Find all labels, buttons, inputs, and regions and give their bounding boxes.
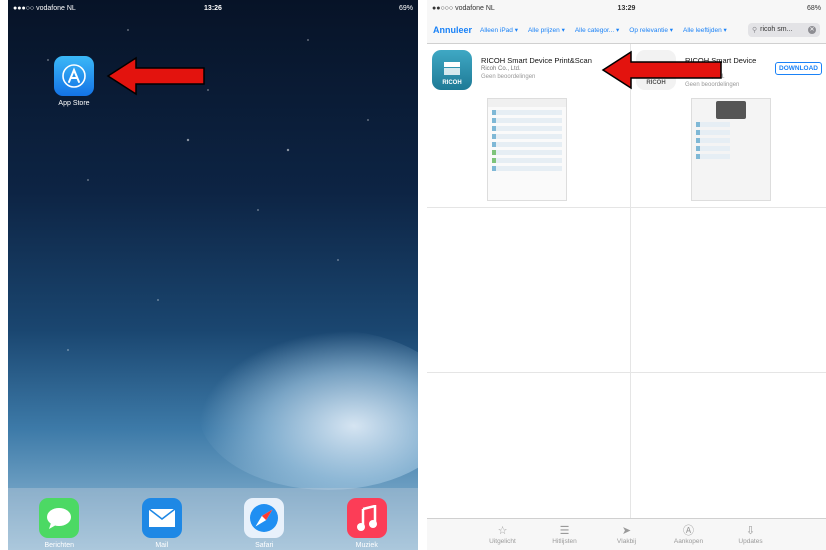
updates-icon: ⇩ [745,524,756,537]
cancel-button[interactable]: Annuleer [433,25,472,35]
list-icon: ☰ [559,524,570,537]
app-rating: Geen beoordelingen [481,74,536,80]
grid-divider [427,372,826,373]
red-arrow-icon [601,50,722,90]
tab-charts[interactable]: ☰ Hitlijsten [545,525,585,545]
clear-search-icon[interactable]: ✕ [808,25,816,34]
search-result-print-scan[interactable]: RICOH RICOH Smart Device Print&Scan Rico… [427,48,622,208]
ricoh-app-icon[interactable]: RICOH [432,50,472,90]
tab-label: Aankopen [673,537,704,545]
location-icon: ➤ [621,524,632,537]
tab-featured[interactable]: ☆ Uitgelicht [483,525,523,545]
tab-label: Uitgelicht [489,537,516,545]
clock: 13:26 [204,4,222,12]
red-arrow-icon [106,56,205,96]
dock-item-messages[interactable]: Berichten [34,498,84,549]
icon-brand-text: RICOH [442,80,462,86]
battery-label: 69% [398,4,413,12]
tab-label: Updates [738,537,763,545]
search-nav-bar: Annuleer Alleen iPad ▾ Alle prijzen ▾ Al… [427,16,826,44]
mail-icon[interactable] [141,498,182,538]
tab-updates[interactable]: ⇩ Updates [731,525,771,545]
app-screenshot[interactable] [691,98,771,201]
app-screenshot[interactable] [487,98,567,201]
app-title[interactable]: RICOH Smart Device Print&Scan [481,56,621,65]
tab-bar: ☆ Uitgelicht ☰ Hitlijsten ➤ Vlakbij Ⓐ Aankop… [427,518,826,550]
tab-near-me[interactable]: ➤ Vlakbij [607,525,647,545]
clock: 13:29 [617,4,636,12]
dock-item-mail[interactable]: Mail [137,498,187,549]
dock-item-safari[interactable]: Safari [239,498,289,549]
app-store-label: App Store [58,100,90,107]
search-value: ricoh sm... [760,26,793,33]
tab-label: Hitlijsten [552,537,577,545]
status-bar: ●●○○○ vodafone NL 13:29 68% [427,0,826,16]
search-icon: ⚲ [752,26,758,34]
battery-label: 68% [807,4,822,12]
messages-icon[interactable] [39,498,80,538]
app-store-icon[interactable] [54,56,94,96]
ipad-home-screen: ●●●○○ vodafone NL 13:26 69% App Store Be… [8,0,418,550]
dock: Berichten Mail Safari Muziek [8,488,418,550]
search-input[interactable]: ⚲ ricoh sm... ✕ [748,22,820,37]
download-button[interactable]: DOWNLOAD [775,62,822,75]
carrier-label: ●●○○○ vodafone NL [432,4,495,12]
filter-sort[interactable]: Op relevantie ▾ [629,26,673,34]
dock-item-music[interactable]: Muziek [342,498,392,549]
status-bar: ●●●○○ vodafone NL 13:26 69% [8,0,418,16]
app-developer: Ricoh Co., Ltd. [481,66,521,72]
carrier-label: ●●●○○ vodafone NL [13,4,76,12]
dock-label: Mail [155,542,169,549]
filter-device[interactable]: Alleen iPad ▾ [480,26,518,34]
safari-icon[interactable] [244,498,285,538]
tab-purchased[interactable]: Ⓐ Aankopen [669,525,709,545]
dock-label: Muziek [355,542,378,549]
dock-label: Safari [255,542,274,549]
tab-label: Vlakbij [616,537,637,545]
filter-category[interactable]: Alle categor... ▾ [575,26,619,34]
filter-price[interactable]: Alle prijzen ▾ [528,26,565,34]
app-store-app[interactable]: App Store [52,56,96,107]
music-icon[interactable] [346,498,387,538]
purchased-icon: Ⓐ [683,524,694,537]
filter-age[interactable]: Alle leeftijden ▾ [683,26,727,34]
dock-label: Berichten [44,542,75,549]
star-icon: ☆ [497,524,508,537]
app-store-search-screen: ●●○○○ vodafone NL 13:29 68% Annuleer All… [427,0,826,550]
